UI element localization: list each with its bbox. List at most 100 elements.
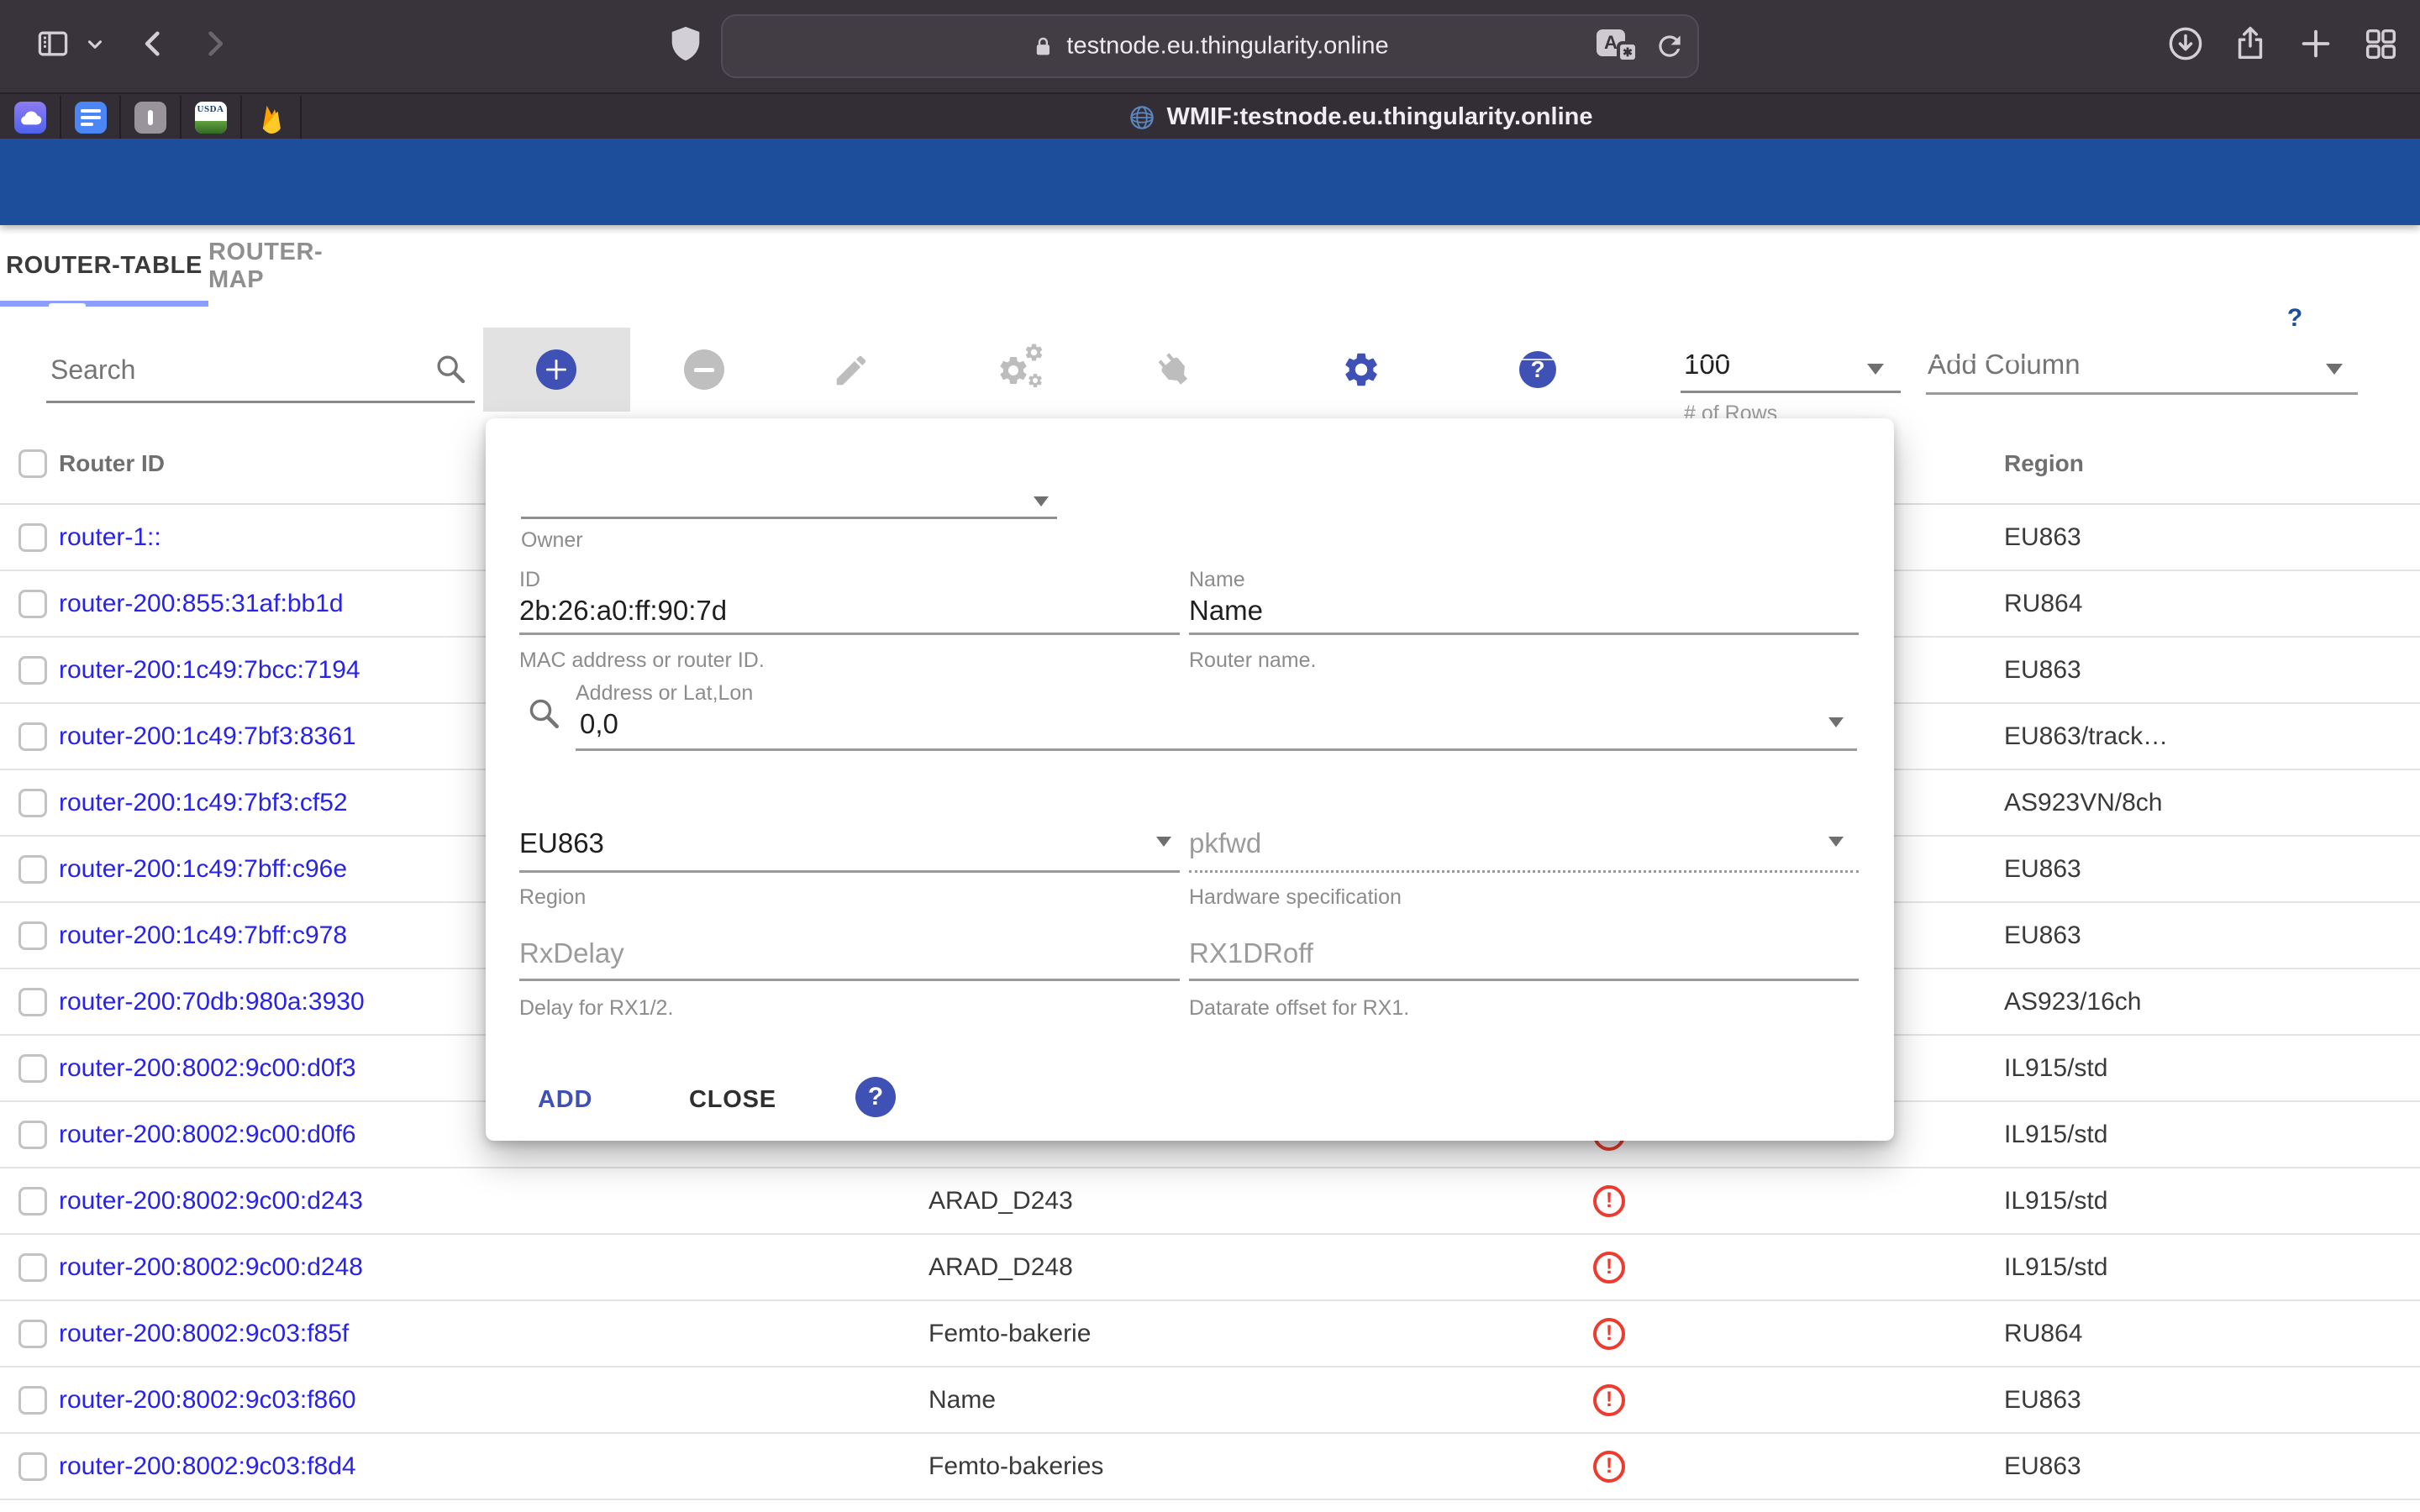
active-tab[interactable]: WMIF:testnode.eu.thingularity.online: [301, 94, 2420, 140]
chevron-down-icon: [2005, 310, 2022, 321]
router-id-link[interactable]: router-200:1c49:7bcc:7194: [59, 656, 360, 685]
page-title: Routers: [183, 303, 295, 339]
router-id-link[interactable]: router-200:1c49:7bf3:8361: [59, 722, 356, 751]
row-checkbox[interactable]: [18, 1452, 47, 1481]
privacy-shield-icon[interactable]: [666, 24, 705, 63]
column-header-router-id[interactable]: Router ID: [59, 450, 165, 477]
connect-plug-icon[interactable]: [1144, 340, 1203, 399]
address-bar[interactable]: testnode.eu.thingularity.online A ✱: [721, 14, 1699, 78]
reload-icon[interactable]: [1654, 30, 1686, 62]
row-checkbox[interactable]: [18, 1121, 47, 1149]
router-id-link[interactable]: router-200:8002:9c03:f8d4: [59, 1452, 356, 1481]
row-checkbox[interactable]: [18, 722, 47, 751]
pinned-tab-docs[interactable]: [60, 94, 120, 140]
account-select[interactable]: Admin: [1487, 291, 2033, 360]
error-icon[interactable]: !: [1593, 1185, 1625, 1217]
name-label: Name: [1189, 568, 1245, 592]
row-checkbox[interactable]: [18, 1253, 47, 1282]
tab-router-table[interactable]: ROUTER-TABLE: [0, 225, 208, 307]
sidebar-toggle-icon[interactable]: [34, 25, 71, 62]
dialog-help-icon[interactable]: ?: [855, 1077, 896, 1117]
close-button[interactable]: CLOSE: [689, 1086, 776, 1114]
error-icon[interactable]: !: [1593, 1451, 1625, 1483]
rows-chevron-icon: [1867, 364, 1884, 375]
refresh-icon[interactable]: [2098, 299, 2137, 338]
router-id-link[interactable]: router-200:70db:980a:3930: [59, 988, 365, 1016]
router-id-link[interactable]: router-200:1c49:7bff:c96e: [59, 855, 347, 884]
row-checkbox[interactable]: [18, 523, 47, 552]
id-label: ID: [519, 568, 540, 592]
select-all-checkbox[interactable]: [18, 449, 47, 478]
hardware-select[interactable]: pkfwd: [1189, 827, 1261, 859]
row-checkbox[interactable]: [18, 855, 47, 884]
region-chevron-icon[interactable]: [1156, 837, 1171, 847]
document-lines-icon: [75, 102, 107, 134]
row-checkbox[interactable]: [18, 1187, 47, 1215]
address-chevron-icon[interactable]: [1828, 717, 1844, 727]
id-input[interactable]: 2b:26:a0:ff:90:7d: [519, 595, 727, 627]
row-checkbox[interactable]: [18, 1320, 47, 1348]
row-checkbox[interactable]: [18, 789, 47, 817]
row-checkbox[interactable]: [18, 1054, 47, 1083]
minus-icon: [694, 368, 714, 372]
forward-button-icon[interactable]: [197, 26, 232, 61]
header-help-icon[interactable]: ?: [2275, 299, 2314, 338]
rxdelay-input[interactable]: RxDelay: [519, 937, 624, 969]
table-row: router-200:8002:9c03:f8d4Femto-bakeries!…: [0, 1434, 2420, 1500]
downloads-icon[interactable]: [2166, 24, 2205, 63]
pinned-tab-usda[interactable]: USDA: [181, 94, 240, 140]
search-input[interactable]: Search: [50, 354, 135, 386]
edit-icon[interactable]: [832, 351, 871, 390]
error-icon[interactable]: !: [1593, 1384, 1625, 1416]
tab-router-map[interactable]: ROUTER-MAP: [208, 225, 376, 307]
firebase-flame-icon: [257, 102, 286, 134]
hardware-chevron-icon[interactable]: [1828, 837, 1844, 847]
translate-icon[interactable]: A ✱: [1597, 28, 1640, 65]
router-id-link[interactable]: router-200:8002:9c00:d248: [59, 1253, 363, 1282]
bulk-config-gears-icon[interactable]: [997, 340, 1055, 399]
new-tab-icon[interactable]: [2296, 24, 2335, 63]
router-id-link[interactable]: router-200:8002:9c00:d0f6: [59, 1121, 356, 1149]
add-router-button[interactable]: [536, 349, 576, 390]
owner-label: Owner: [521, 528, 583, 553]
pinned-tab-info[interactable]: [120, 94, 180, 140]
pinned-tab-firebase[interactable]: [241, 94, 301, 140]
remove-router-button[interactable]: [684, 349, 724, 390]
region-helper: Region: [519, 885, 586, 910]
router-id-link[interactable]: router-200:8002:9c00:d243: [59, 1187, 363, 1215]
id-helper: MAC address or router ID.: [519, 648, 765, 673]
share-icon[interactable]: [2231, 24, 2270, 63]
router-id-link[interactable]: router-200:1c49:7bff:c978: [59, 921, 347, 950]
row-checkbox[interactable]: [18, 1386, 47, 1415]
router-id-link[interactable]: router-200:855:31af:bb1d: [59, 590, 344, 618]
error-icon[interactable]: !: [1593, 1318, 1625, 1350]
table-row: router-200:8002:9c00:d248ARAD_D248!IL915…: [0, 1235, 2420, 1301]
back-button-icon[interactable]: [136, 26, 171, 61]
region-select[interactable]: EU863: [519, 827, 604, 859]
name-input[interactable]: Name: [1189, 595, 1263, 627]
sidebar-chevron-icon[interactable]: [84, 34, 106, 55]
row-checkbox[interactable]: [18, 988, 47, 1016]
pinned-tab-icloud[interactable]: [0, 94, 60, 140]
menu-icon[interactable]: [49, 303, 86, 337]
router-id-link[interactable]: router-200:8002:9c03:f860: [59, 1386, 356, 1415]
row-checkbox[interactable]: [18, 656, 47, 685]
screen: testnode.eu.thingularity.online A ✱: [0, 0, 2420, 1512]
router-id-link[interactable]: router-1::: [59, 523, 161, 552]
settings-gear-icon[interactable]: [1341, 349, 1381, 390]
add-router-dialog: Owner ID 2b:26:a0:ff:90:7d MAC address o…: [486, 418, 1894, 1141]
tab-overview-icon[interactable]: [2361, 24, 2400, 63]
column-header-region[interactable]: Region: [2004, 450, 2084, 477]
rx1droff-input[interactable]: RX1DRoff: [1189, 937, 1313, 969]
row-checkbox[interactable]: [18, 590, 47, 618]
owner-chevron-icon[interactable]: [1034, 496, 1049, 507]
router-id-link[interactable]: router-200:8002:9c03:f85f: [59, 1320, 349, 1348]
error-icon[interactable]: !: [1593, 1252, 1625, 1284]
table-row: router-200:8002:9c03:f860Name!EU863: [0, 1368, 2420, 1434]
add-button[interactable]: ADD: [538, 1086, 592, 1114]
row-checkbox[interactable]: [18, 921, 47, 950]
address-input[interactable]: 0,0: [580, 708, 618, 740]
router-id-link[interactable]: router-200:8002:9c00:d0f3: [59, 1054, 356, 1083]
router-id-link[interactable]: router-200:1c49:7bf3:cf52: [59, 789, 348, 817]
app-header: Routers Admin ?: [0, 139, 2420, 225]
